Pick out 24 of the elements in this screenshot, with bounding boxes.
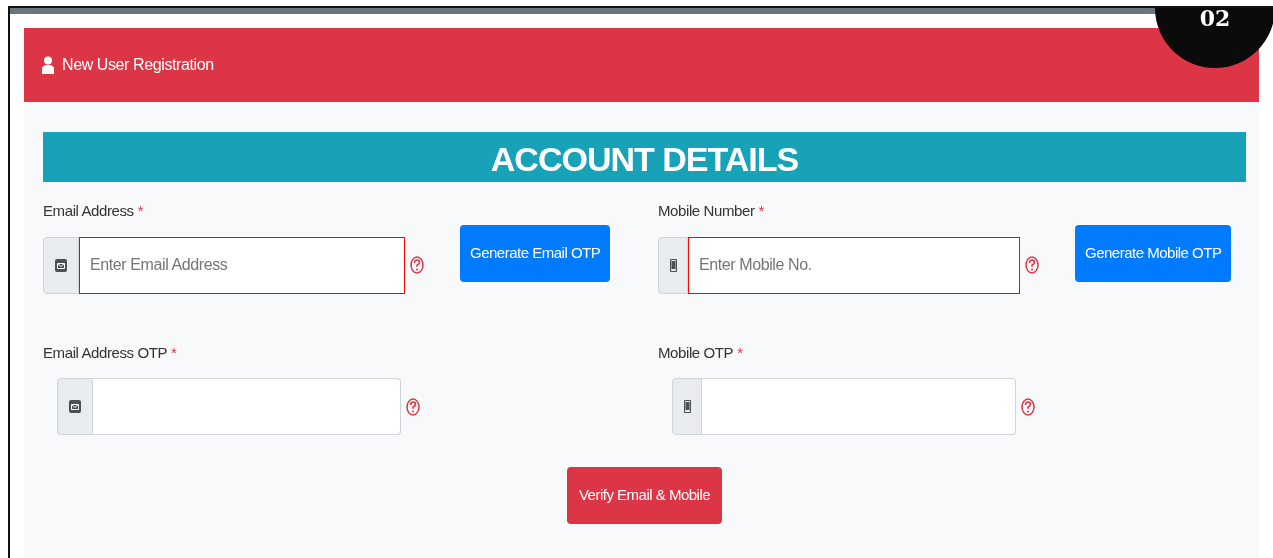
section-banner: ACCOUNT DETAILS bbox=[43, 132, 1246, 182]
required-mark: * bbox=[737, 342, 743, 363]
help-icon bbox=[1025, 256, 1039, 274]
user-icon bbox=[42, 56, 54, 74]
required-mark: * bbox=[171, 342, 177, 363]
phone-icon bbox=[669, 258, 677, 272]
required-mark: * bbox=[137, 201, 144, 221]
field-label: Mobile Number bbox=[658, 201, 755, 221]
field-label: Email Address bbox=[43, 201, 134, 221]
field-label: Email Address OTP bbox=[43, 342, 168, 363]
envelope-icon bbox=[55, 258, 67, 272]
input-field[interactable]: Enter Email Address bbox=[79, 236, 405, 294]
generate-otp-button[interactable]: Generate Email OTP bbox=[460, 224, 611, 282]
verify-button[interactable]: Verify Email & Mobile bbox=[566, 467, 723, 524]
help-icon bbox=[410, 256, 424, 274]
generate-otp-button[interactable]: Generate Mobile OTP bbox=[1075, 224, 1232, 282]
envelope-icon bbox=[69, 400, 81, 413]
card-title: New User Registration bbox=[62, 55, 214, 75]
help-icon bbox=[1021, 397, 1035, 416]
required-mark: * bbox=[758, 201, 764, 221]
input-field[interactable]: Enter Mobile No. bbox=[688, 236, 1020, 294]
help-icon bbox=[406, 397, 420, 416]
phone-icon bbox=[683, 400, 691, 413]
field-label: Mobile OTP bbox=[658, 342, 734, 363]
